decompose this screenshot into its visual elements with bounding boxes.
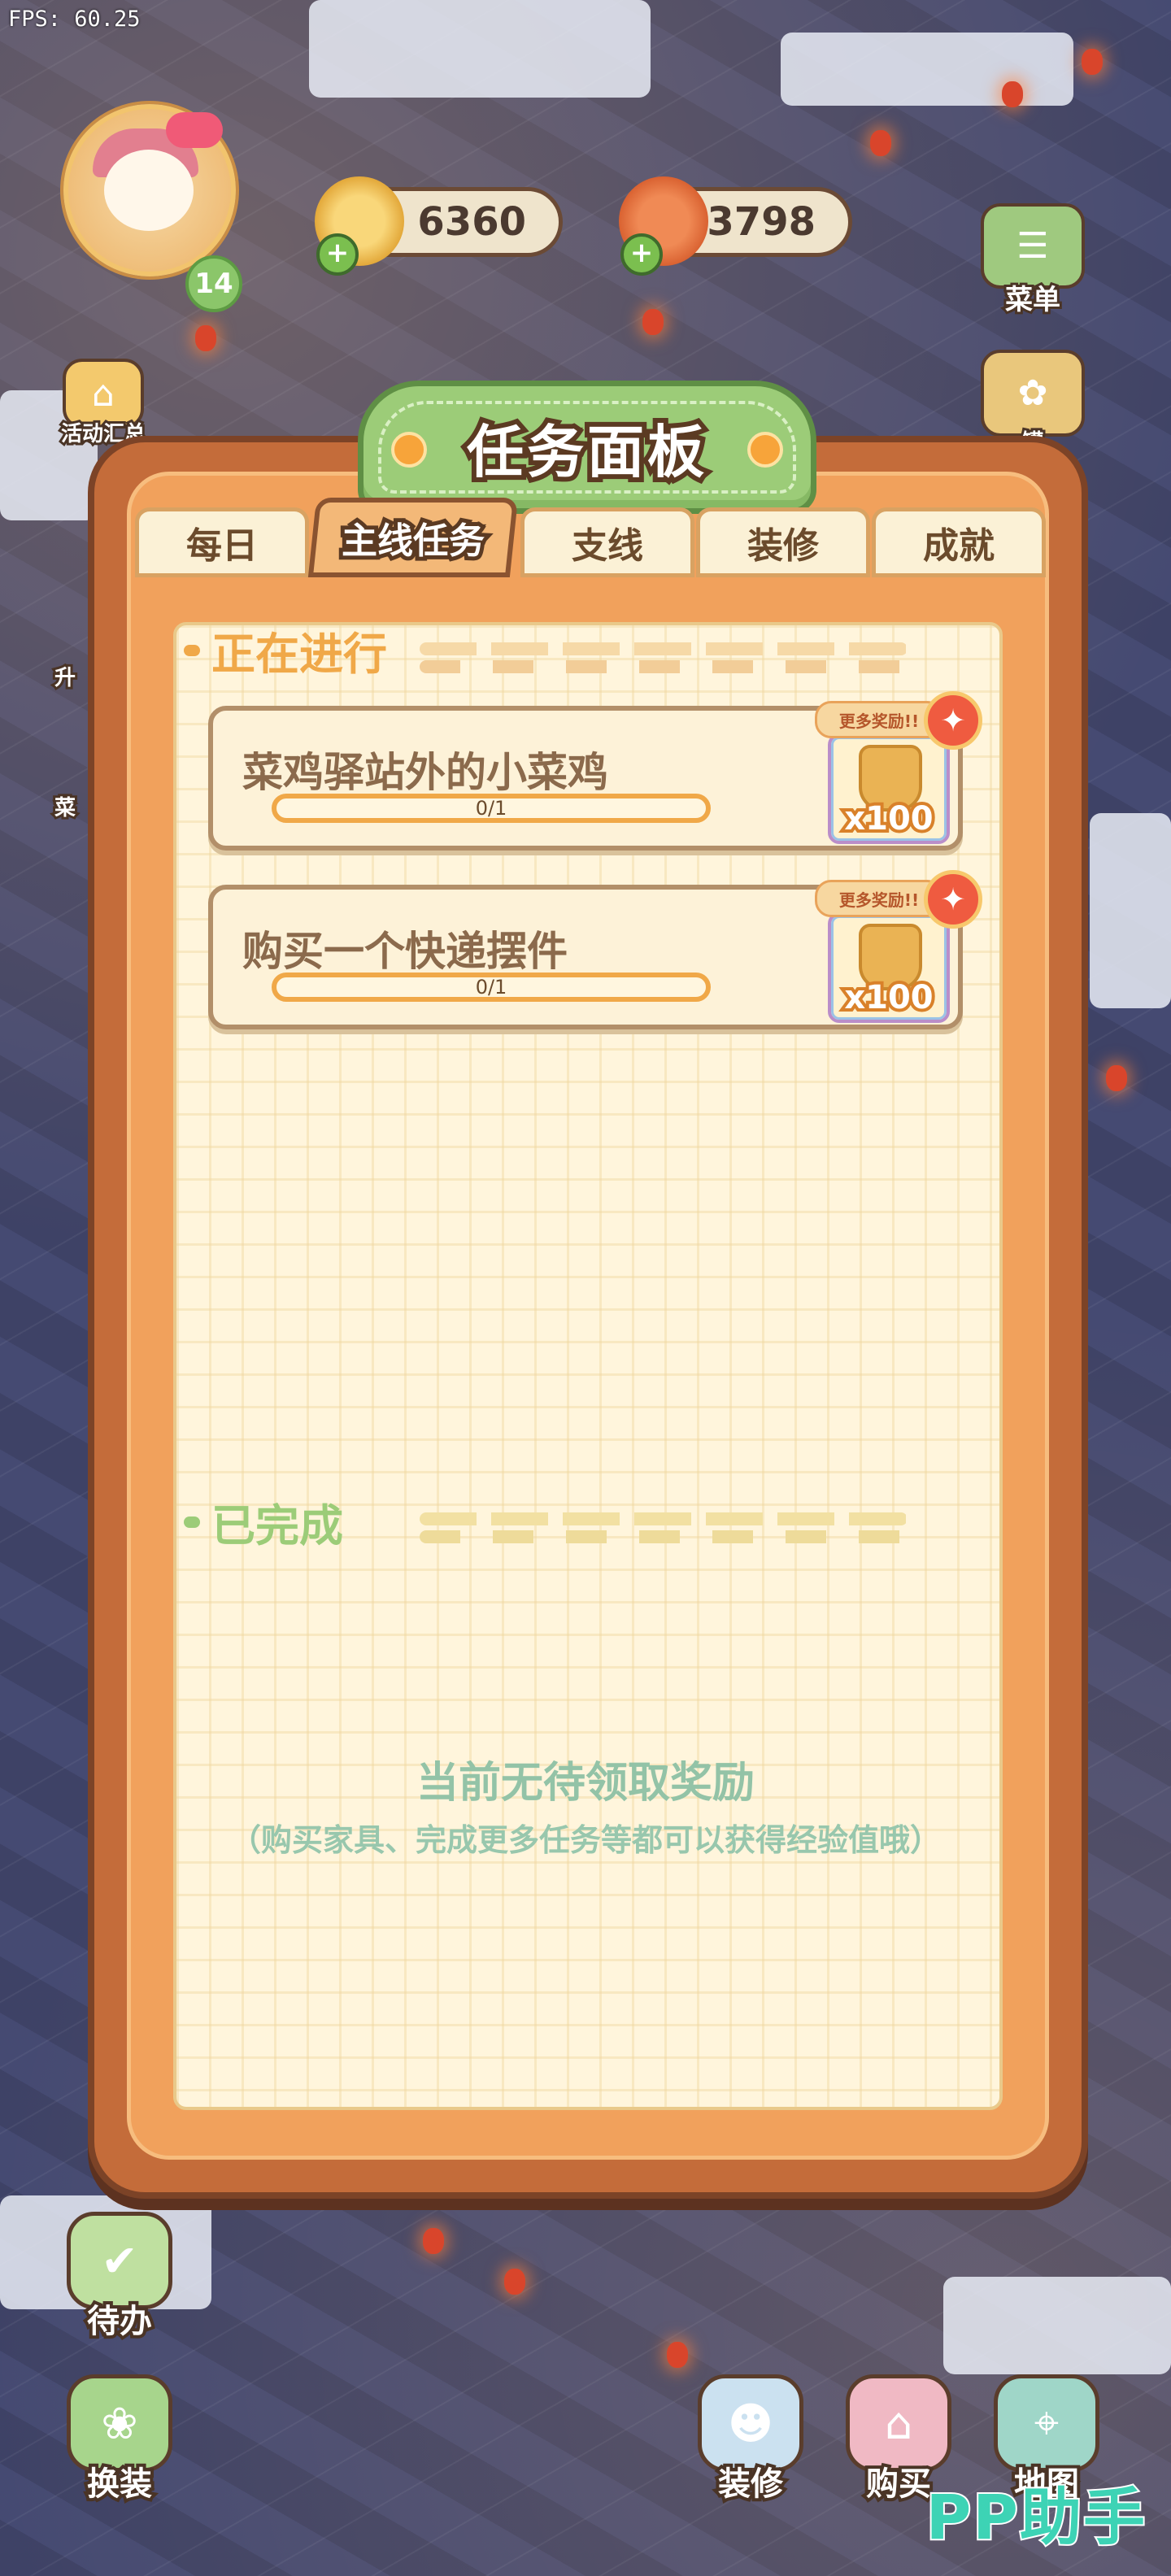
todo-label: 待办 <box>84 2300 155 2343</box>
coin-value: 6360 <box>417 199 526 245</box>
snow-roof <box>309 0 651 98</box>
menu-label: 菜单 <box>1003 281 1063 319</box>
heading-divider <box>420 660 908 673</box>
upgrade-button[interactable]: 升 <box>41 602 89 693</box>
lantern <box>870 130 891 156</box>
decorate-label: 装修 <box>715 2462 786 2506</box>
completed-title: 已完成 <box>211 1500 343 1551</box>
tab-main[interactable]: 主线任务 <box>307 498 519 577</box>
dress-button[interactable]: ❀ 换装 <box>59 2374 181 2506</box>
tab-side-label: 支线 <box>572 525 643 567</box>
sparkle-icon[interactable]: ✦ <box>924 870 982 929</box>
lantern <box>1082 49 1103 75</box>
task-progress-bar: 0/1 <box>272 973 711 1002</box>
tab-side[interactable]: 支线 <box>520 507 694 577</box>
snow-roof <box>1090 813 1171 1008</box>
heading-divider <box>420 1530 908 1543</box>
coin-counter[interactable]: + 6360 <box>315 176 563 276</box>
add-food-button[interactable]: + <box>620 233 663 276</box>
heading-divider <box>420 1512 908 1525</box>
lantern <box>1002 81 1023 107</box>
title-dot-right <box>747 432 783 468</box>
food-counter[interactable]: + 3798 <box>619 176 852 276</box>
tab-achievement[interactable]: 成就 <box>872 507 1046 577</box>
task-card[interactable]: 菜鸡驿站外的小菜鸡 0/1 x100 更多奖励!! ✦ <box>208 691 982 851</box>
heading-divider <box>420 642 908 655</box>
snow-roof <box>943 2277 1171 2374</box>
sparkle-icon[interactable]: ✦ <box>924 691 982 750</box>
menu-side-button[interactable]: 菜 <box>41 732 89 823</box>
events-button[interactable]: ⌂ 活动汇总 <box>59 358 148 449</box>
decorate-button[interactable]: ☻ 装修 <box>690 2374 812 2506</box>
panel-title-plate: 任务面板 <box>358 381 816 514</box>
reward-quantity: x100 <box>841 797 936 841</box>
task-progress-bar: 0/1 <box>272 794 711 823</box>
lantern <box>195 325 216 351</box>
empty-rewards-hint: （购买家具、完成更多任务等都可以获得经验值哦） <box>229 1822 941 1858</box>
tab-daily-label: 每日 <box>186 525 258 567</box>
lantern <box>667 2342 688 2368</box>
player-level-badge: 14 <box>185 255 242 312</box>
lantern <box>504 2269 525 2295</box>
panel-title: 任务面板 <box>462 414 709 490</box>
player-avatar[interactable] <box>63 104 236 276</box>
fps-counter: FPS: 60.25 <box>8 7 141 32</box>
snow-roof <box>781 33 1073 106</box>
heading-bullet <box>184 1516 200 1528</box>
completed-heading: 已完成 <box>184 1490 343 1554</box>
tab-main-label: 主线任务 <box>337 516 489 566</box>
task-progress-text: 0/1 <box>475 976 507 999</box>
task-tabs: 每日 主线任务 支线 装修 成就 <box>132 498 1046 579</box>
tab-decorate-label: 装修 <box>747 525 819 567</box>
avatar-bow <box>166 112 223 148</box>
empty-rewards-message: 当前无待领取奖励 <box>416 1759 755 1808</box>
tab-achievement-label: 成就 <box>923 525 995 567</box>
task-reward[interactable]: x100 <box>828 733 950 844</box>
reward-quantity: x100 <box>841 976 936 1020</box>
lantern <box>1106 1065 1127 1091</box>
tab-daily[interactable]: 每日 <box>135 507 309 577</box>
task-progress-text: 0/1 <box>475 797 507 820</box>
lantern <box>642 309 664 335</box>
pp-assistant-watermark: PP助手 <box>925 2479 1147 2555</box>
task-card[interactable]: 购买一个快递摆件 0/1 x100 更多奖励!! ✦ <box>208 870 982 1029</box>
task-name: 购买一个快递摆件 <box>242 928 568 975</box>
menu-button[interactable]: ☰ 菜单 <box>976 203 1090 319</box>
heading-bullet <box>184 644 200 656</box>
bag-icon: ✿ <box>981 350 1085 437</box>
add-coins-button[interactable]: + <box>316 233 359 276</box>
upgrade-label: 升 <box>52 664 78 693</box>
title-dot-left <box>391 432 427 468</box>
in-progress-heading: 正在进行 <box>184 618 387 682</box>
in-progress-title: 正在进行 <box>211 629 387 680</box>
dress-label: 换装 <box>84 2462 155 2506</box>
food-value: 3798 <box>707 199 816 245</box>
tab-decorate[interactable]: 装修 <box>696 507 870 577</box>
task-reward[interactable]: x100 <box>828 912 950 1023</box>
lantern <box>423 2228 444 2254</box>
menu-side-label: 菜 <box>52 794 78 823</box>
task-name: 菜鸡驿站外的小菜鸡 <box>242 749 608 796</box>
todo-button[interactable]: ✔ 待办 <box>59 2212 181 2343</box>
menu-list-icon: ☰ <box>981 203 1085 289</box>
avatar-face <box>104 150 194 231</box>
buy-label: 购买 <box>863 2462 934 2506</box>
